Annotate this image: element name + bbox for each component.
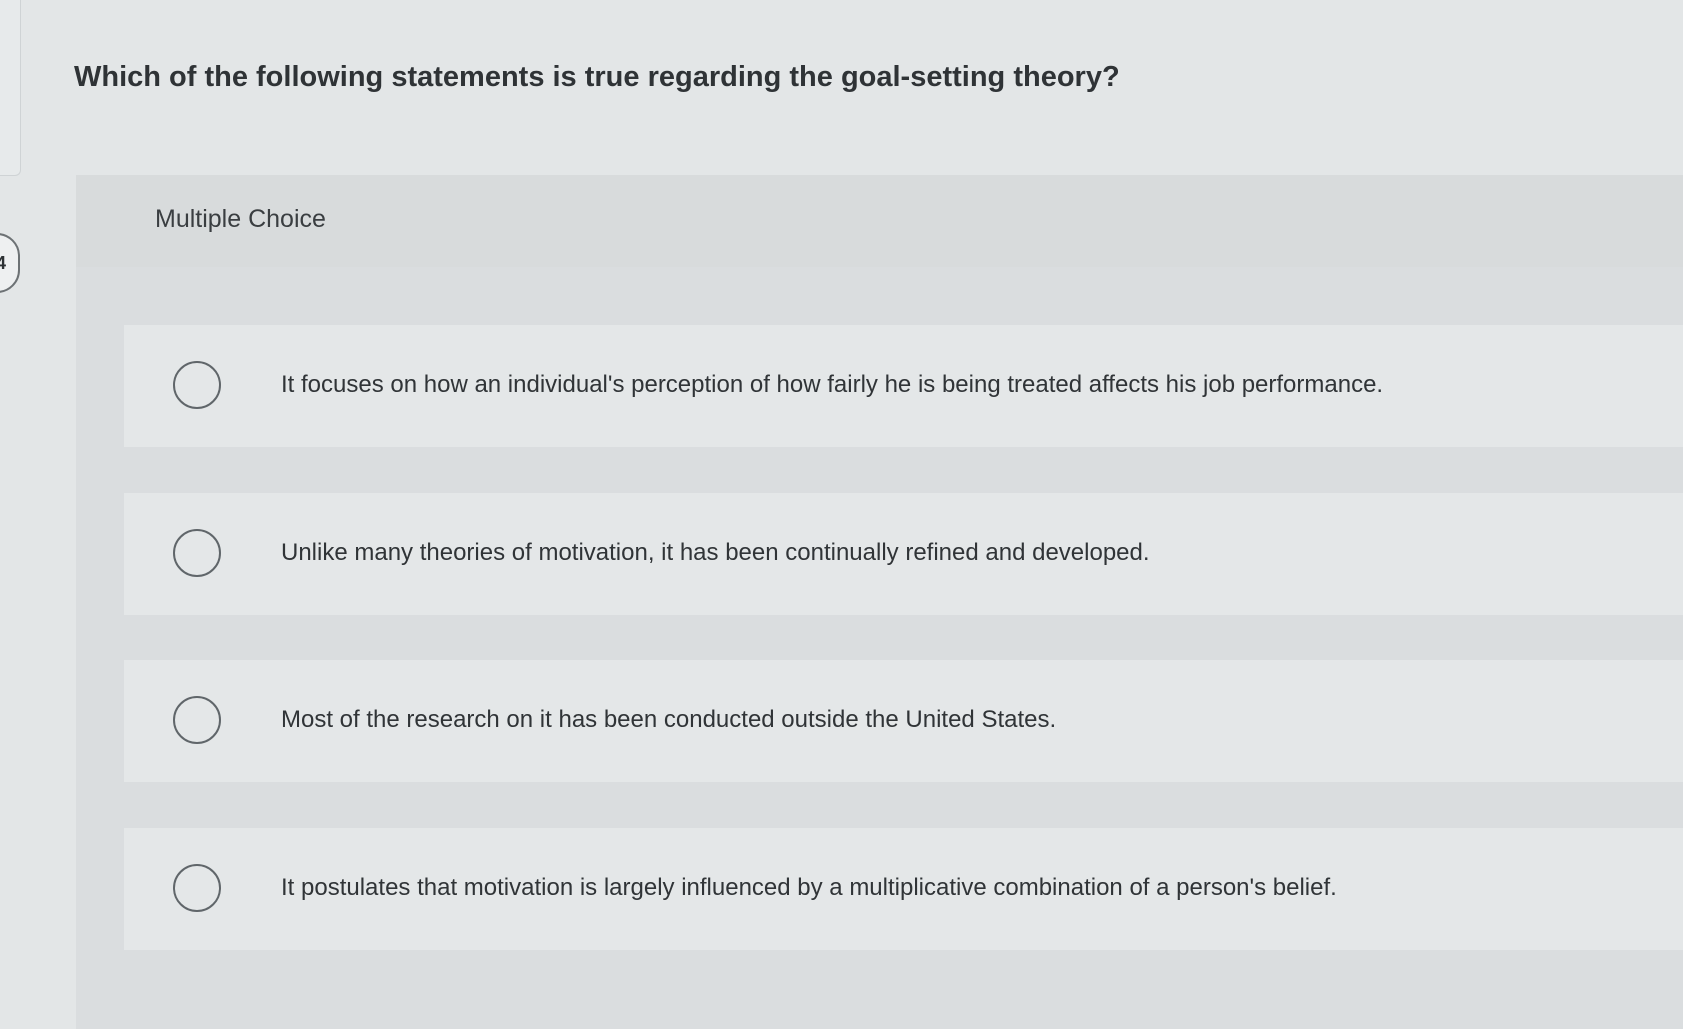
answer-option-text: It postulates that motivation is largely… [281, 874, 1337, 901]
answer-option-3[interactable]: Most of the research on it has been cond… [124, 660, 1683, 782]
question-number-tab[interactable]: 4 [0, 233, 20, 293]
question-text: Which of the following statements is tru… [74, 61, 1120, 94]
answer-option-2[interactable]: Unlike many theories of motivation, it h… [124, 493, 1683, 615]
radio-circle-icon[interactable] [173, 696, 221, 744]
answer-option-text: It focuses on how an individual's percep… [281, 371, 1384, 398]
question-number: 4 [0, 253, 6, 273]
question-type-label: Multiple Choice [155, 205, 326, 233]
answer-option-text: Most of the research on it has been cond… [281, 706, 1057, 733]
question-type-header: Multiple Choice [76, 175, 1683, 267]
multiple-choice-panel: Multiple Choice It focuses on how an ind… [76, 175, 1683, 1029]
radio-circle-icon[interactable] [173, 864, 221, 912]
answer-option-4[interactable]: It postulates that motivation is largely… [124, 828, 1683, 950]
answer-option-1[interactable]: It focuses on how an individual's percep… [124, 325, 1683, 447]
radio-circle-icon[interactable] [173, 361, 221, 409]
left-page-strip [0, 0, 21, 176]
answer-option-text: Unlike many theories of motivation, it h… [281, 539, 1150, 566]
radio-circle-icon[interactable] [173, 529, 221, 577]
